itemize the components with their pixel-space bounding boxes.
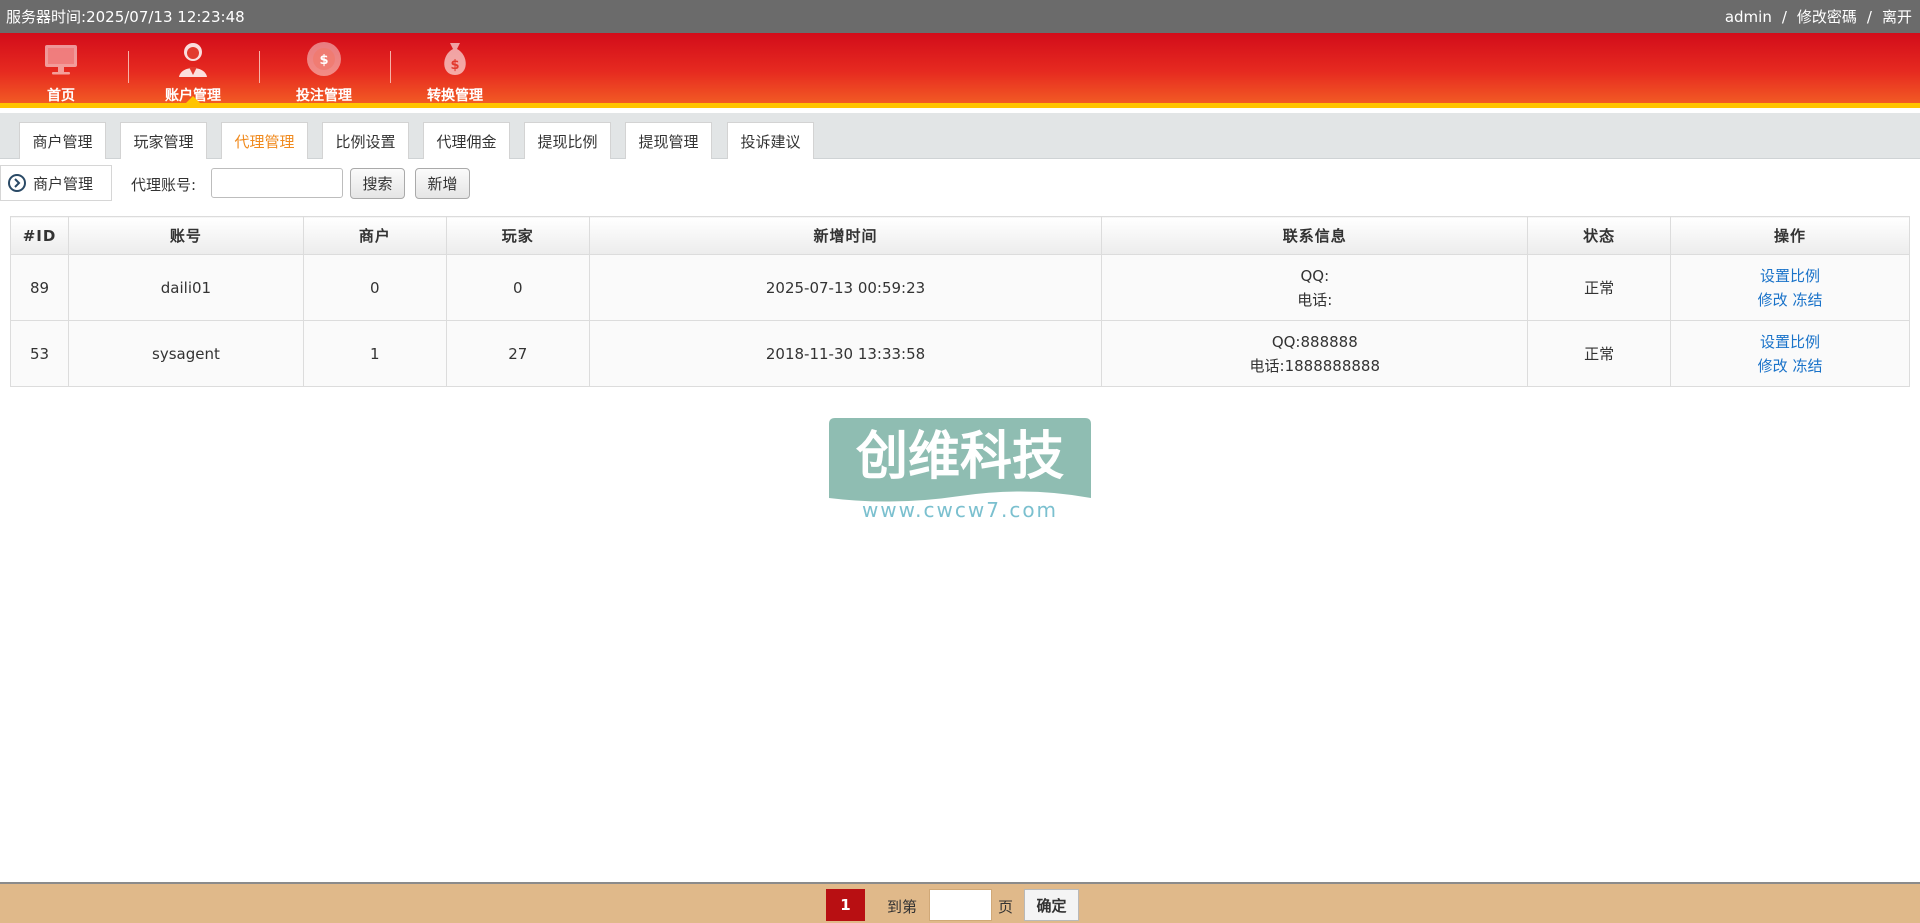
nav-label: 转换管理	[427, 88, 483, 104]
contact-phone: 电话:	[1297, 290, 1333, 309]
freeze-link[interactable]: 冻结	[1792, 291, 1822, 309]
server-time: 服务器时间:2025/07/13 12:23:48	[6, 6, 245, 27]
server-time-value: 2025/07/13 12:23:48	[86, 8, 245, 26]
current-user[interactable]: admin	[1725, 8, 1772, 26]
column-header: 操作	[1670, 216, 1910, 255]
cell-status: 正常	[1527, 254, 1672, 321]
logout-link[interactable]: 离开	[1882, 6, 1912, 27]
monitor-icon	[45, 45, 77, 75]
cell-merchants: 1	[302, 320, 447, 387]
nav-label: 投注管理	[296, 88, 352, 104]
table-header-row: #ID 账号 商户 玩家 新增时间 联系信息 状态 操作	[10, 216, 1910, 255]
set-ratio-link[interactable]: 设置比例	[1760, 333, 1820, 351]
contact-qq: QQ:	[1300, 266, 1330, 285]
filter-toolbar: 商户管理 代理账号: 搜索 新增	[0, 165, 1920, 201]
column-header: 商户	[302, 216, 447, 255]
main-nav: 首页 账户管理 $ 投注管理 $ 转换管理	[0, 33, 1920, 108]
nav-divider	[128, 51, 129, 83]
confirm-button[interactable]: 确定	[1024, 889, 1079, 921]
nav-item-bets[interactable]: $ 投注管理	[264, 33, 384, 104]
chevron-right-circle-icon	[8, 174, 26, 192]
contact-qq: QQ:888888	[1271, 332, 1358, 351]
svg-text:$: $	[319, 53, 328, 68]
freeze-link[interactable]: 冻结	[1792, 357, 1822, 375]
nav-divider	[259, 51, 260, 83]
tab-ratio-settings[interactable]: 比例设置	[322, 122, 409, 159]
cell-actions: 设置比例 修改 冻结	[1670, 320, 1910, 387]
sub-tabs: 商户管理 玩家管理 代理管理 比例设置 代理佣金 提现比例 提现管理 投诉建议	[0, 113, 1920, 159]
column-header: 账号	[67, 216, 304, 255]
nav-item-conversion[interactable]: $ 转换管理	[395, 33, 515, 104]
cell-contact: QQ: 电话:	[1101, 254, 1529, 321]
tab-merchants[interactable]: 商户管理	[19, 122, 106, 159]
breadcrumb-label: 商户管理	[33, 174, 94, 193]
agent-account-label: 代理账号:	[131, 176, 197, 194]
page-number-input[interactable]	[929, 889, 992, 921]
svg-text:$: $	[450, 58, 459, 73]
nav-divider	[390, 51, 391, 83]
current-page[interactable]: 1	[826, 889, 865, 921]
edit-link[interactable]: 修改	[1758, 357, 1788, 375]
cell-created: 2025-07-13 00:59:23	[588, 254, 1103, 321]
cell-merchants: 0	[302, 254, 447, 321]
separator: /	[1781, 7, 1787, 26]
tab-complaints[interactable]: 投诉建议	[727, 122, 814, 159]
tab-players[interactable]: 玩家管理	[120, 122, 207, 159]
tab-withdraw-ratio[interactable]: 提现比例	[524, 122, 611, 159]
cell-players: 27	[445, 320, 590, 387]
cell-players: 0	[445, 254, 590, 321]
money-bag-icon: $	[444, 43, 466, 75]
cell-id: 89	[10, 254, 69, 321]
column-header: 联系信息	[1101, 216, 1529, 255]
change-password-link[interactable]: 修改密碼	[1797, 6, 1857, 27]
nav-item-home[interactable]: 首页	[1, 33, 121, 104]
cell-actions: 设置比例 修改 冻结	[1670, 254, 1910, 321]
cell-status: 正常	[1527, 320, 1672, 387]
contact-phone: 电话:1888888888	[1249, 356, 1381, 375]
separator: /	[1866, 7, 1872, 26]
cell-created: 2018-11-30 13:33:58	[588, 320, 1103, 387]
goto-label: 到第	[887, 898, 918, 916]
watermark-title: 创维科技	[855, 427, 1064, 487]
agent-account-input[interactable]	[211, 168, 343, 198]
top-status-bar: 服务器时间:2025/07/13 12:23:48 admin / 修改密碼 /…	[0, 0, 1920, 33]
add-button[interactable]: 新增	[415, 168, 470, 199]
nav-label: 首页	[47, 88, 75, 104]
server-time-label: 服务器时间:	[6, 8, 87, 26]
cell-contact: QQ:888888 电话:1888888888	[1101, 320, 1529, 387]
page-suffix-label: 页	[998, 898, 1014, 916]
tab-agents[interactable]: 代理管理	[221, 122, 308, 159]
table-row: 89 daili01 0 0 2025-07-13 00:59:23 QQ: 电…	[10, 254, 1910, 321]
tab-agent-commission[interactable]: 代理佣金	[423, 122, 510, 159]
tab-withdraw-management[interactable]: 提现管理	[625, 122, 712, 159]
table-row: 53 sysagent 1 27 2018-11-30 13:33:58 QQ:…	[10, 320, 1910, 387]
edit-link[interactable]: 修改	[1758, 291, 1788, 309]
active-indicator	[186, 96, 200, 103]
nav-item-accounts[interactable]: 账户管理	[133, 33, 253, 104]
cell-account: sysagent	[67, 320, 304, 387]
watermark-url: www.cwcw7.com	[862, 498, 1058, 522]
cell-id: 53	[10, 320, 69, 387]
breadcrumb: 商户管理	[0, 165, 112, 201]
chip-icon: $	[307, 42, 341, 76]
column-header: 玩家	[445, 216, 590, 255]
pagination-bar: 1 到第 页 确定	[0, 882, 1920, 923]
column-header: 状态	[1527, 216, 1672, 255]
column-header: 新增时间	[588, 216, 1103, 255]
agents-table: #ID 账号 商户 玩家 新增时间 联系信息 状态 操作 89 daili01 …	[10, 216, 1910, 387]
watermark-logo: 创维科技 www.cwcw7.com	[829, 418, 1091, 522]
set-ratio-link[interactable]: 设置比例	[1760, 267, 1820, 285]
user-icon	[179, 43, 207, 77]
cell-account: daili01	[67, 254, 304, 321]
search-button[interactable]: 搜索	[350, 168, 405, 199]
column-header: #ID	[10, 216, 69, 255]
